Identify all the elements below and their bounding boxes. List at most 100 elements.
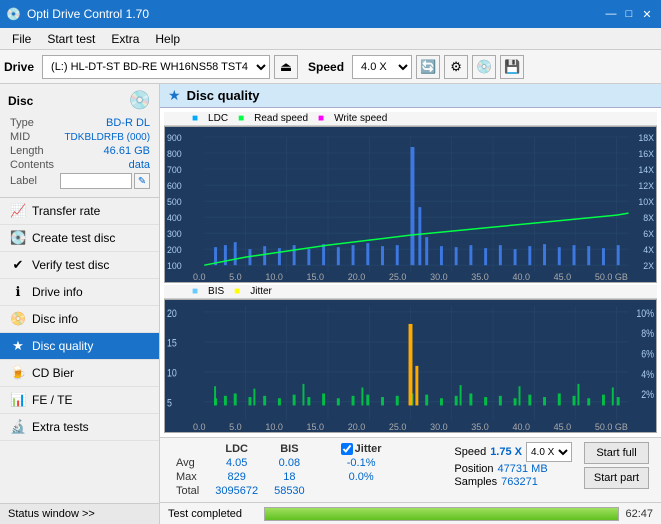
y-label-200: 200 <box>167 245 182 255</box>
titlebar-left: 💿 Opti Drive Control 1.70 <box>6 7 149 21</box>
minimize-button[interactable]: — <box>603 6 619 22</box>
b-x-label-40: 40.0 <box>512 422 530 432</box>
stats-row-max: Max 829 18 0.0% <box>168 470 390 484</box>
y-label-900: 900 <box>167 133 182 143</box>
start-full-button[interactable]: Start full <box>584 442 649 464</box>
eject-button[interactable]: ⏏ <box>274 55 298 79</box>
stats-header-empty <box>168 442 207 456</box>
disc-button[interactable]: 💿 <box>472 55 496 79</box>
ldc-legend-dot: ■ <box>192 113 198 124</box>
writespeed-legend-dot: ■ <box>318 113 324 124</box>
sidebar-item-extra-tests[interactable]: 🔬 Extra tests <box>0 414 159 441</box>
cd-bier-label: CD Bier <box>32 366 74 380</box>
b-x-label-30: 30.0 <box>430 422 448 432</box>
speed-current-value: 1.75 X <box>490 446 522 458</box>
svg-text:4%: 4% <box>641 369 654 381</box>
svg-text:2%: 2% <box>641 390 654 402</box>
y-label-500: 500 <box>167 197 182 207</box>
sidebar-item-drive-info[interactable]: ℹ Drive info <box>0 279 159 306</box>
b-x-label-15: 15.0 <box>307 422 325 432</box>
svg-text:15: 15 <box>167 338 177 350</box>
max-bis: 18 <box>266 470 313 484</box>
sidebar: Disc 💿 Type BD-R DL MID TDKBLDRFB (000) … <box>0 84 160 524</box>
max-label: Max <box>168 470 207 484</box>
stats-table: LDC BIS Jitter <box>168 442 390 498</box>
y-label-300: 300 <box>167 229 182 239</box>
toolbar: Drive (L:) HL-DT-ST BD-RE WH16NS58 TST4 … <box>0 50 661 84</box>
max-jitter: 0.0% <box>333 470 390 484</box>
sidebar-item-disc-info[interactable]: 📀 Disc info <box>0 306 159 333</box>
disc-quality-header: ★ Disc quality <box>160 84 661 108</box>
drive-select[interactable]: (L:) HL-DT-ST BD-RE WH16NS58 TST4 <box>42 55 270 79</box>
sidebar-item-transfer-rate[interactable]: 📈 Transfer rate <box>0 198 159 225</box>
drive-info-label: Drive info <box>32 285 83 299</box>
app-icon: 💿 <box>6 7 21 21</box>
settings-button[interactable]: ⚙ <box>444 55 468 79</box>
menu-start-test[interactable]: Start test <box>39 31 103 47</box>
x-label-25: 25.0 <box>389 272 407 282</box>
b-x-label-20: 20.0 <box>348 422 366 432</box>
x-label-50gb: 50.0 GB <box>595 272 628 282</box>
x-label-30: 30.0 <box>430 272 448 282</box>
readspeed-legend-label: Read speed <box>254 113 308 124</box>
label-label: Label <box>10 173 58 189</box>
progress-bar-fill <box>265 508 618 520</box>
menu-file[interactable]: File <box>4 31 39 47</box>
disc-quality-icon: ★ <box>10 338 26 354</box>
sidebar-item-verify-test-disc[interactable]: ✔ Verify test disc <box>0 252 159 279</box>
speed-select[interactable]: 4.0 X <box>352 55 412 79</box>
menubar: File Start test Extra Help <box>0 28 661 50</box>
x-label-15: 15.0 <box>307 272 325 282</box>
stats-header-jitter: Jitter <box>333 442 390 456</box>
sidebar-item-fe-te[interactable]: 📊 FE / TE <box>0 387 159 414</box>
jitter-checkbox[interactable] <box>341 443 353 455</box>
disc-panel-icon: 💿 <box>129 90 151 111</box>
stats-row-avg: Avg 4.05 0.08 -0.1% <box>168 456 390 470</box>
speed-label: Speed <box>308 60 344 74</box>
menu-help[interactable]: Help <box>147 31 188 47</box>
writespeed-legend-label: Write speed <box>334 113 387 124</box>
type-label: Type <box>10 117 58 129</box>
y-label-600: 600 <box>167 181 182 191</box>
action-buttons: Start full Start part <box>580 442 653 489</box>
app-title: Opti Drive Control 1.70 <box>27 7 149 21</box>
total-label: Total <box>168 484 207 498</box>
disc-panel-label: Disc <box>8 94 33 108</box>
x-label-40: 40.0 <box>512 272 530 282</box>
sidebar-item-disc-quality[interactable]: ★ Disc quality <box>0 333 159 360</box>
b-x-label-0: 0.0 <box>193 422 206 432</box>
avg-bis: 0.08 <box>266 456 313 470</box>
b-x-label-5: 5.0 <box>229 422 242 432</box>
titlebar-controls[interactable]: — □ ✕ <box>603 6 655 22</box>
status-window-toggle[interactable]: Status window >> <box>0 503 159 524</box>
svg-text:20: 20 <box>167 308 177 320</box>
menu-extra[interactable]: Extra <box>103 31 147 47</box>
sidebar-item-cd-bier[interactable]: 🍺 CD Bier <box>0 360 159 387</box>
label-input[interactable] <box>60 173 132 189</box>
disc-info-header: Disc 💿 <box>8 90 151 111</box>
svg-text:6%: 6% <box>641 349 654 361</box>
svg-text:14X: 14X <box>638 165 654 175</box>
close-button[interactable]: ✕ <box>639 6 655 22</box>
main-layout: Disc 💿 Type BD-R DL MID TDKBLDRFB (000) … <box>0 84 661 524</box>
label-edit-button[interactable]: ✎ <box>134 173 150 189</box>
top-chart-wrapper: ■ LDC ■ Read speed ■ Write speed <box>164 112 657 283</box>
sidebar-item-create-test-disc[interactable]: 💽 Create test disc <box>0 225 159 252</box>
total-ldc: 3095672 <box>207 484 266 498</box>
refresh-button[interactable]: 🔄 <box>416 55 440 79</box>
save-button[interactable]: 💾 <box>500 55 524 79</box>
jitter-label: Jitter <box>355 443 382 455</box>
svg-text:12X: 12X <box>638 181 654 191</box>
status-window-label: Status window >> <box>8 508 95 520</box>
bis-legend-dot: ■ <box>192 286 198 297</box>
avg-jitter: -0.1% <box>333 456 390 470</box>
length-label: Length <box>10 145 58 157</box>
ldc-legend-label: LDC <box>208 113 228 124</box>
speed-stat-select[interactable]: 4.0 X <box>526 442 572 462</box>
sidebar-nav: 📈 Transfer rate 💽 Create test disc ✔ Ver… <box>0 198 159 503</box>
b-x-label-25: 25.0 <box>389 422 407 432</box>
maximize-button[interactable]: □ <box>621 6 637 22</box>
start-part-button[interactable]: Start part <box>584 467 649 489</box>
speed-info-panel: Speed 1.75 X 4.0 X Position 47731 MB Sam… <box>446 442 580 488</box>
jitter-legend-label: Jitter <box>250 286 272 297</box>
